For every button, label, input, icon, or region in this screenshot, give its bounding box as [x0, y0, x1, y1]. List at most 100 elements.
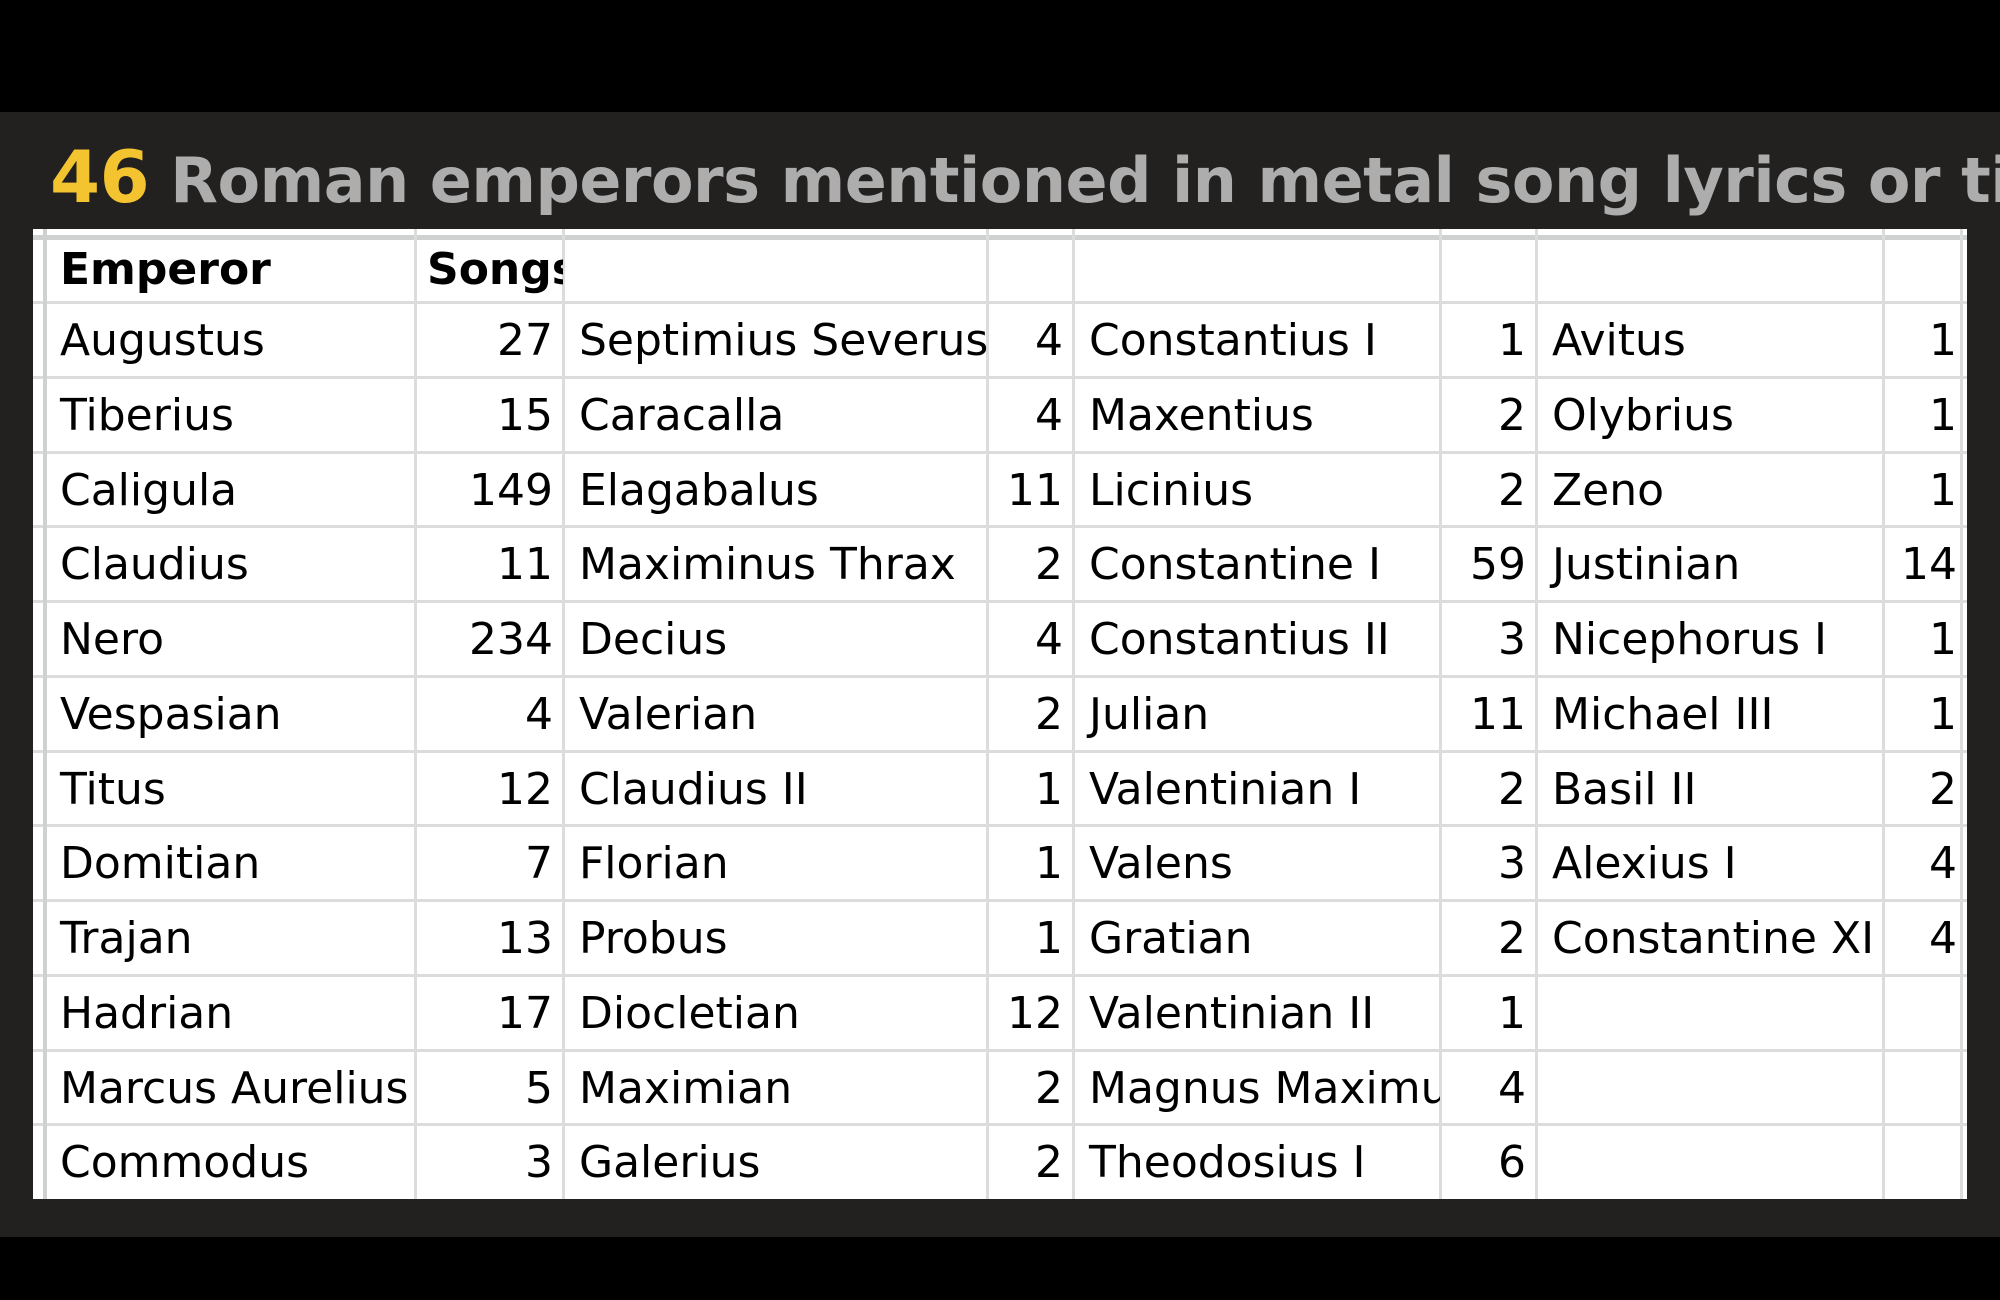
- table-header-cell: [1075, 237, 1440, 303]
- song-count-cell: 2: [1498, 390, 1526, 441]
- song-count-cell: 4: [525, 689, 553, 740]
- song-count-cell: 2: [1498, 465, 1526, 516]
- emperor-name-cell: Probus: [579, 913, 728, 964]
- emperor-name-cell: Marcus Aurelius: [60, 1063, 409, 1114]
- song-count-cell: 4: [1035, 315, 1063, 366]
- emperor-name-cell: Theodosius I: [1089, 1137, 1366, 1188]
- emperor-name-cell: Constantine XI: [1552, 913, 1875, 964]
- song-count-cell: 2: [1498, 913, 1526, 964]
- song-count-cell: 2: [1035, 1137, 1063, 1188]
- emperor-name-cell: Elagabalus: [579, 465, 819, 516]
- emperor-name-cell: Vespasian: [60, 689, 282, 740]
- song-count-cell: 11: [1007, 465, 1063, 516]
- emperor-name-cell: Maximian: [579, 1063, 793, 1114]
- song-count-cell: 12: [497, 764, 553, 815]
- emperor-name-cell: Maximinus Thrax: [579, 539, 956, 590]
- emperor-name-cell: Septimius Severus: [579, 315, 987, 366]
- song-count-cell: 3: [1498, 838, 1526, 889]
- emperor-name-cell: Decius: [579, 614, 728, 665]
- song-count-cell: 1: [1929, 390, 1957, 441]
- emperor-name-cell: Julian: [1089, 689, 1210, 740]
- song-count-cell: 59: [1470, 539, 1526, 590]
- song-count-cell: 17: [497, 988, 553, 1039]
- emperor-name-cell: Basil II: [1552, 764, 1697, 815]
- song-count-cell: 15: [497, 390, 553, 441]
- emperor-name-cell: Diocletian: [579, 988, 800, 1039]
- emperor-name-cell: [1538, 977, 1883, 1051]
- emperor-name-cell: Constantius I: [1089, 315, 1377, 366]
- emperor-name-cell: Florian: [579, 838, 729, 889]
- song-count-cell: 2: [1035, 1063, 1063, 1114]
- emperor-name-cell: Constantine I: [1089, 539, 1381, 590]
- song-count-cell: 14: [1901, 539, 1957, 590]
- song-count-cell: 2: [1498, 764, 1526, 815]
- emperor-name-cell: Magnus Maximus: [1089, 1063, 1440, 1114]
- table-header-cell: [565, 237, 987, 303]
- emperor-name-cell: Olybrius: [1552, 390, 1734, 441]
- emperor-name-cell: Nicephorus I: [1552, 614, 1827, 665]
- song-count-cell: 27: [497, 315, 553, 366]
- song-count-cell: [1885, 1126, 1967, 1199]
- emperor-name-cell: Trajan: [60, 913, 193, 964]
- song-count-cell: 234: [469, 614, 553, 665]
- song-count-cell: 1: [1035, 838, 1063, 889]
- emperor-name-cell: [1538, 1126, 1883, 1199]
- song-count-cell: [1885, 1052, 1967, 1126]
- emperor-name-cell: Claudius II: [579, 764, 808, 815]
- emperor-name-cell: Justinian: [1552, 539, 1741, 590]
- page-title: 46 Roman emperors mentioned in metal son…: [50, 132, 2000, 222]
- table-header-cell: [1885, 237, 1967, 303]
- song-count-cell: 4: [1498, 1063, 1526, 1114]
- emperor-name-cell: Galerius: [579, 1137, 761, 1188]
- emperor-name-cell: Valerian: [579, 689, 758, 740]
- song-count-cell: 11: [497, 539, 553, 590]
- emperor-name-cell: Tiberius: [60, 390, 234, 441]
- emperor-name-cell: Domitian: [60, 838, 261, 889]
- song-count-cell: 6: [1498, 1137, 1526, 1188]
- emperor-name-cell: Licinius: [1089, 465, 1254, 516]
- emperor-name-cell: Claudius: [60, 539, 249, 590]
- song-count-cell: 3: [1498, 614, 1526, 665]
- song-count-cell: 1: [1498, 988, 1526, 1039]
- song-count-cell: 1: [1035, 764, 1063, 815]
- emperor-name-cell: Nero: [60, 614, 165, 665]
- emperor-name-cell: Caracalla: [579, 390, 785, 441]
- emperor-name-cell: Valentinian II: [1089, 988, 1375, 1039]
- table-header-cell: [1538, 237, 1883, 303]
- song-count-cell: 1: [1929, 315, 1957, 366]
- song-count-cell: 1: [1929, 465, 1957, 516]
- song-count-cell: 1: [1498, 315, 1526, 366]
- emperor-name-cell: [1538, 1052, 1883, 1126]
- song-count-cell: 5: [525, 1063, 553, 1114]
- song-count-cell: 2: [1035, 539, 1063, 590]
- emperor-name-cell: Valens: [1089, 838, 1233, 889]
- emperor-name-cell: Maxentius: [1089, 390, 1314, 441]
- song-count-cell: 1: [1929, 614, 1957, 665]
- song-count-cell: [1885, 977, 1967, 1051]
- emperor-name-cell: Constantius II: [1089, 614, 1390, 665]
- emperor-name-cell: Zeno: [1552, 465, 1665, 516]
- table-header-cell: Songs: [427, 244, 563, 295]
- table-header-cell: Emperor: [60, 244, 271, 295]
- song-count-cell: 4: [1035, 390, 1063, 441]
- title-text: Roman emperors mentioned in metal song l…: [170, 144, 2000, 217]
- emperor-name-cell: Caligula: [60, 465, 238, 516]
- emperor-name-cell: Commodus: [60, 1137, 310, 1188]
- emperor-name-cell: Hadrian: [60, 988, 234, 1039]
- song-count-cell: 3: [525, 1137, 553, 1188]
- song-count-cell: 2: [1035, 689, 1063, 740]
- emperor-songs-table: Emperor Songs Augustus 27 Tiberius 15 Caligula…: [33, 229, 1967, 1199]
- emperor-name-cell: Alexius I: [1552, 838, 1737, 889]
- emperor-name-cell: Valentinian I: [1089, 764, 1362, 815]
- song-count-cell: 2: [1929, 764, 1957, 815]
- song-count-cell: 4: [1929, 838, 1957, 889]
- song-count-cell: 4: [1929, 913, 1957, 964]
- emperor-name-cell: Michael III: [1552, 689, 1774, 740]
- emperor-name-cell: Avitus: [1552, 315, 1686, 366]
- title-count: 46: [50, 135, 150, 219]
- song-count-cell: 7: [525, 838, 553, 889]
- table-header-cell: [1442, 237, 1536, 303]
- song-count-cell: 1: [1929, 689, 1957, 740]
- table-header-cell: [989, 237, 1073, 303]
- emperor-name-cell: Titus: [60, 764, 166, 815]
